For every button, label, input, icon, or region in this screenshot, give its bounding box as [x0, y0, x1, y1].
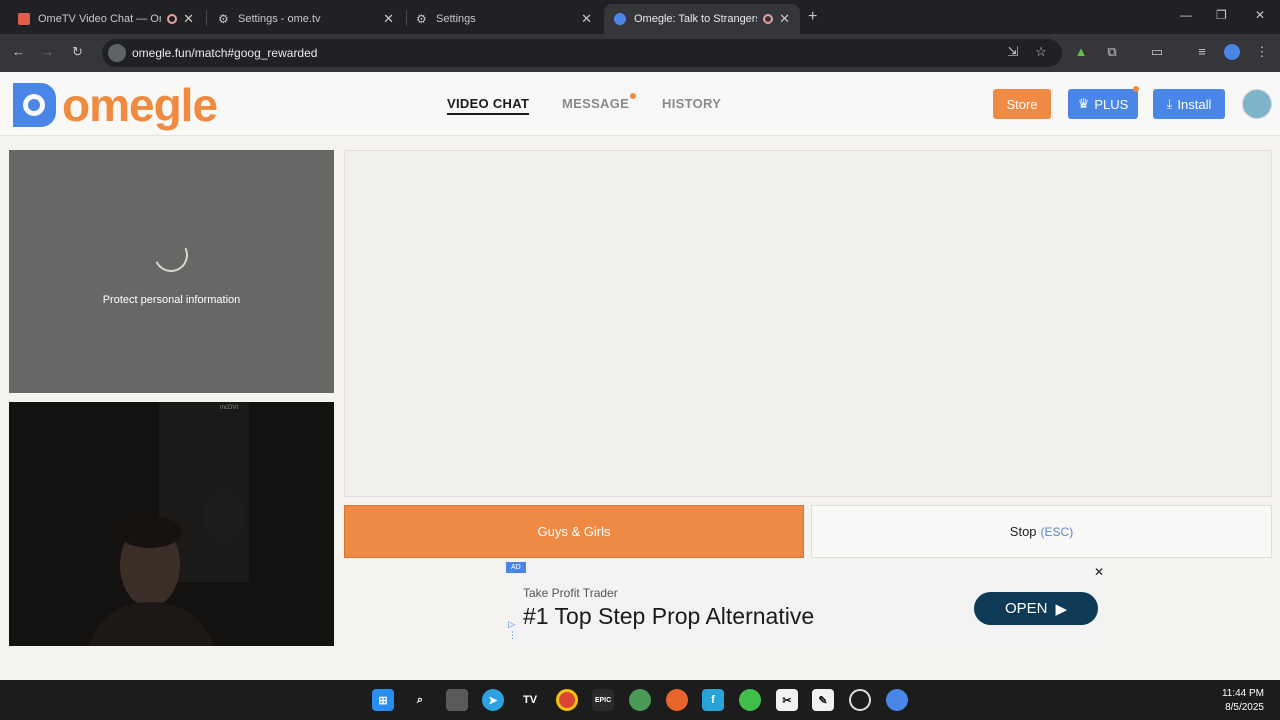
capcut-icon[interactable]: ✂ [776, 689, 798, 711]
file-explorer-icon[interactable] [446, 689, 468, 711]
minimize-icon[interactable]: — [1180, 8, 1192, 22]
tab-history[interactable]: HISTORY [662, 96, 721, 111]
clock-time: 11:44 PM [1221, 688, 1264, 699]
obs-icon[interactable] [849, 689, 871, 711]
plus-label: PLUS [1094, 96, 1129, 112]
browser-toolbar: ← → ↻ omegle.fun/match#goog_rewarded ⇲ ☆… [0, 34, 1280, 72]
ad-advertiser[interactable]: Take Profit Trader [523, 586, 618, 600]
browser-tab-omegle[interactable]: Omegle: Talk to Strangers v ✕ [604, 4, 800, 34]
extensions-puzzle-icon[interactable]: ⧉ [1104, 44, 1120, 60]
address-bar[interactable]: omegle.fun/match#goog_rewarded [102, 39, 1062, 67]
ad-badge: AD [506, 562, 526, 573]
notes-app-icon[interactable]: f [702, 689, 724, 711]
store-button[interactable]: Store [993, 89, 1051, 119]
site-header: omegle VIDEO CHAT MESSAGE HISTORY Store … [0, 72, 1280, 136]
download-icon: ⤓ [1166, 96, 1173, 111]
omegle-logo[interactable]: omegle [8, 79, 218, 131]
tab-video-chat[interactable]: VIDEO CHAT [447, 96, 530, 115]
avatar[interactable] [1242, 89, 1272, 119]
reload-icon[interactable]: ↻ [72, 44, 83, 60]
tab-message[interactable]: MESSAGE [562, 96, 629, 111]
tradingview-icon[interactable]: TV [519, 689, 541, 711]
close-tab-icon[interactable]: ✕ [779, 11, 790, 27]
media-controls-icon[interactable]: ≡ [1194, 44, 1210, 60]
pen-app-icon[interactable]: ✎ [812, 689, 834, 711]
forward-arrow-icon[interactable]: → [41, 44, 54, 59]
browser-tab-settings-ometv[interactable]: ⚙ Settings - ome.tv ✕ [208, 4, 404, 34]
epic-games-icon[interactable]: EPIC [592, 689, 614, 711]
side-panel-icon[interactable]: ▭ [1149, 44, 1165, 60]
omegle-page: omegle VIDEO CHAT MESSAGE HISTORY Store … [0, 72, 1280, 680]
close-tab-icon[interactable]: ✕ [581, 11, 592, 27]
omegle-logo-icon [8, 81, 58, 129]
tab-separator [206, 10, 207, 26]
back-arrow-icon[interactable]: ← [12, 44, 25, 59]
more-menu-icon[interactable]: ⋮ [1254, 44, 1270, 60]
self-camera-preview: mcDVI [9, 402, 334, 646]
restore-icon[interactable]: ❐ [1216, 8, 1227, 22]
browser-tab-ometv[interactable]: OmeTV Video Chat — Ome ✕ [8, 4, 204, 34]
browser-tab-strip: OmeTV Video Chat — Ome ✕ ⚙ Settings - om… [0, 0, 1280, 34]
install-label: Install [1177, 96, 1212, 112]
stranger-video-panel: Protect personal information [9, 150, 334, 393]
close-window-icon[interactable]: ✕ [1255, 8, 1265, 22]
recording-icon [763, 14, 774, 24]
protect-info-text: Protect personal information [102, 294, 241, 306]
search-icon[interactable]: ⌕ [409, 689, 431, 711]
omegle-app-icon[interactable] [886, 689, 908, 711]
ometv-favicon-icon [18, 13, 30, 25]
install-app-icon[interactable]: ⇲ [1005, 44, 1021, 60]
play-triangle-icon: ▶ [1055, 600, 1068, 618]
message-notification-dot [630, 93, 636, 99]
plus-button[interactable]: ♛ PLUS [1068, 89, 1138, 119]
webcam-person-image [9, 402, 334, 646]
ad-close-icon[interactable]: ✕ [1094, 565, 1104, 579]
start-chat-button[interactable]: Guys & Girls [344, 505, 804, 558]
store-label: Store [1006, 96, 1038, 112]
stop-label: Stop [1009, 524, 1037, 539]
browser-tab-settings[interactable]: ⚙ Settings ✕ [406, 4, 602, 34]
bookmark-star-icon[interactable]: ☆ [1033, 44, 1049, 60]
stop-button[interactable]: Stop (ESC) [811, 505, 1272, 558]
windows-taskbar: ⊞ ⌕ ➤ TV EPIC f ✂ ✎ 11:44 PM 8/5/2025 [0, 680, 1280, 720]
gear-icon: ⚙ [218, 12, 229, 26]
adchoices-icon[interactable]: ▷ ⋮ [508, 619, 517, 641]
clock-date: 8/5/2025 [1225, 702, 1264, 713]
close-tab-icon[interactable]: ✕ [183, 11, 194, 27]
camera-watermark: mcDVI [220, 405, 238, 411]
metatrader-icon[interactable] [629, 689, 651, 711]
ad-open-label: OPEN [1004, 600, 1048, 617]
loading-spinner-icon [149, 233, 193, 277]
new-tab-button[interactable]: + [808, 8, 817, 26]
plus-notification-dot [1133, 86, 1139, 92]
gear-icon: ⚙ [416, 12, 427, 26]
speedtest-icon[interactable] [739, 689, 761, 711]
crown-icon: ♛ [1077, 96, 1090, 111]
profile-avatar-icon[interactable] [1224, 44, 1240, 60]
telegram-icon[interactable]: ➤ [482, 689, 504, 711]
system-clock[interactable]: 11:44 PM 8/5/2025 [1222, 687, 1264, 715]
recording-icon [167, 14, 178, 24]
install-button[interactable]: ⤓ Install [1153, 89, 1225, 119]
extension-chart-icon[interactable]: ▲ [1073, 44, 1089, 60]
logo-wordmark: omegle [62, 79, 218, 131]
chrome-icon[interactable] [556, 689, 578, 711]
site-info-icon[interactable] [108, 44, 126, 62]
ad-headline[interactable]: #1 Top Step Prop Alternative [523, 603, 814, 630]
omegle-favicon-icon [614, 13, 626, 25]
url-text[interactable]: omegle.fun/match#goog_rewarded [132, 46, 317, 60]
close-tab-icon[interactable]: ✕ [383, 11, 394, 27]
advertisement-banner[interactable]: AD ✕ Take Profit Trader #1 Top Step Prop… [506, 562, 1110, 646]
windows-start-icon[interactable]: ⊞ [372, 689, 394, 711]
chat-area[interactable] [344, 150, 1272, 497]
start-chat-label: Guys & Girls [537, 524, 611, 539]
stop-shortcut-hint: (ESC) [1040, 524, 1074, 539]
ad-open-button[interactable]: OPEN ▶ [974, 592, 1098, 625]
firefox-icon[interactable] [666, 689, 688, 711]
